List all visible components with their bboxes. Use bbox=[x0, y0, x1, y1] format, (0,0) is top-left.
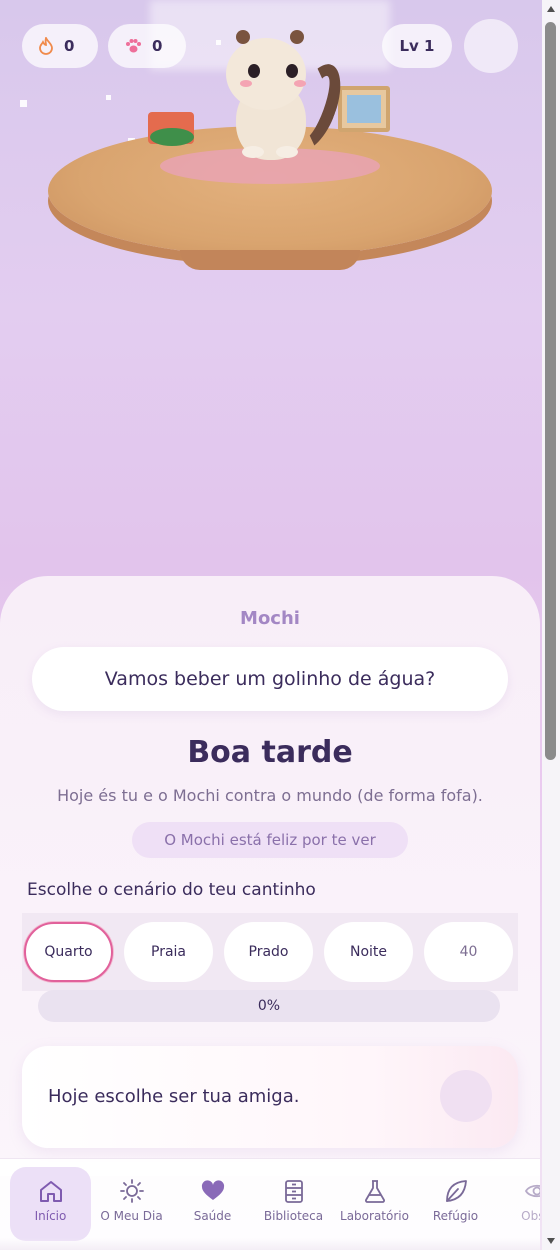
sparkle bbox=[106, 95, 111, 100]
affirmation-text: Hoje escolhe ser tua amiga. bbox=[48, 1086, 300, 1107]
flask-icon bbox=[362, 1179, 388, 1203]
flame-icon bbox=[38, 37, 54, 55]
pet-eye-right bbox=[286, 64, 298, 78]
nav-item-saude[interactable]: Saúde bbox=[172, 1167, 253, 1241]
level-badge[interactable]: Lv 1 bbox=[382, 24, 452, 68]
pet-cheek-right bbox=[294, 80, 306, 87]
bottom-nav: Início O Meu Dia Saúde Biblioteca Labora… bbox=[0, 1158, 540, 1250]
scroll-up-arrow-icon[interactable] bbox=[547, 6, 555, 12]
progress-bar: 0% bbox=[38, 990, 500, 1022]
pet-ear-left bbox=[236, 30, 250, 44]
level-label: Lv 1 bbox=[399, 37, 435, 55]
nav-item-inicio[interactable]: Início bbox=[10, 1167, 91, 1241]
paw-count: 0 bbox=[152, 37, 163, 55]
scrollbar-thumb[interactable] bbox=[545, 22, 556, 760]
pet-foot-right bbox=[276, 146, 298, 158]
nav-label: Início bbox=[34, 1209, 67, 1223]
nav-label: Biblioteca bbox=[263, 1209, 324, 1223]
pet-speech-text: Vamos beber um golinho de água? bbox=[104, 668, 436, 690]
nav-label: Refúgio bbox=[432, 1209, 479, 1223]
streak-counter[interactable]: 0 bbox=[22, 24, 98, 68]
nav-bottom-fade bbox=[0, 1238, 540, 1250]
pet-status-text: O Mochi está feliz por te ver bbox=[164, 831, 376, 849]
sparkle bbox=[20, 100, 27, 107]
pet-speech-bubble[interactable]: Vamos beber um golinho de água? bbox=[32, 647, 508, 711]
paw-counter[interactable]: 0 bbox=[108, 24, 186, 68]
scenery-option-quarto[interactable]: Quarto bbox=[24, 922, 113, 982]
heart-icon bbox=[200, 1179, 226, 1203]
pet-cheek-left bbox=[240, 80, 252, 87]
progress-label: 0% bbox=[257, 998, 281, 1014]
nav-label: Laboratório bbox=[340, 1209, 409, 1223]
scroll-down-arrow-icon[interactable] bbox=[547, 1238, 555, 1244]
leaf-icon bbox=[443, 1179, 469, 1203]
plant-decoration bbox=[150, 128, 194, 146]
greeting-subtitle: Hoje és tu e o Mochi contra o mundo (de … bbox=[57, 786, 483, 805]
picture-frame bbox=[338, 86, 390, 132]
nav-item-o-meu-dia[interactable]: O Meu Dia bbox=[91, 1167, 172, 1241]
nav-item-refugio[interactable]: Refúgio bbox=[415, 1167, 496, 1241]
avatar-button[interactable] bbox=[464, 19, 518, 73]
affirmation-card[interactable]: Hoje escolhe ser tua amiga. bbox=[22, 1046, 518, 1148]
home-icon bbox=[38, 1179, 64, 1203]
streak-count: 0 bbox=[64, 37, 75, 55]
paw-icon bbox=[124, 38, 142, 54]
pet-status-chip: O Mochi está feliz por te ver bbox=[132, 822, 408, 858]
nav-label: Obse bbox=[521, 1209, 540, 1223]
scenery-option-noite[interactable]: Noite bbox=[324, 922, 413, 982]
sparkle bbox=[216, 40, 221, 45]
pet-eye-left bbox=[248, 64, 260, 78]
scenery-options[interactable]: Quarto Praia Prado Noite 40 bbox=[22, 913, 518, 991]
scenery-option-praia[interactable]: Praia bbox=[124, 922, 213, 982]
pet-name: Mochi bbox=[240, 608, 300, 629]
affirmation-action-button[interactable] bbox=[440, 1070, 492, 1122]
nav-item-obse[interactable]: Obse bbox=[496, 1167, 540, 1241]
scenery-label: Escolhe o cenário do teu cantinho bbox=[27, 880, 316, 900]
pet-scene bbox=[0, 0, 542, 600]
pet-foot-left bbox=[242, 146, 264, 158]
eye-icon bbox=[524, 1179, 540, 1203]
pet-ear-right bbox=[290, 30, 304, 44]
nav-item-biblioteca[interactable]: Biblioteca bbox=[253, 1167, 334, 1241]
nav-label: Saúde bbox=[193, 1209, 232, 1223]
scenery-option-more[interactable]: 40 bbox=[424, 922, 513, 982]
sun-icon bbox=[119, 1179, 145, 1203]
scenery-option-prado[interactable]: Prado bbox=[224, 922, 313, 982]
cabinet-icon bbox=[281, 1179, 307, 1203]
nav-item-laboratorio[interactable]: Laboratório bbox=[334, 1167, 415, 1241]
nav-label: O Meu Dia bbox=[100, 1209, 163, 1223]
greeting-title: Boa tarde bbox=[187, 735, 353, 770]
table-base bbox=[180, 250, 360, 270]
